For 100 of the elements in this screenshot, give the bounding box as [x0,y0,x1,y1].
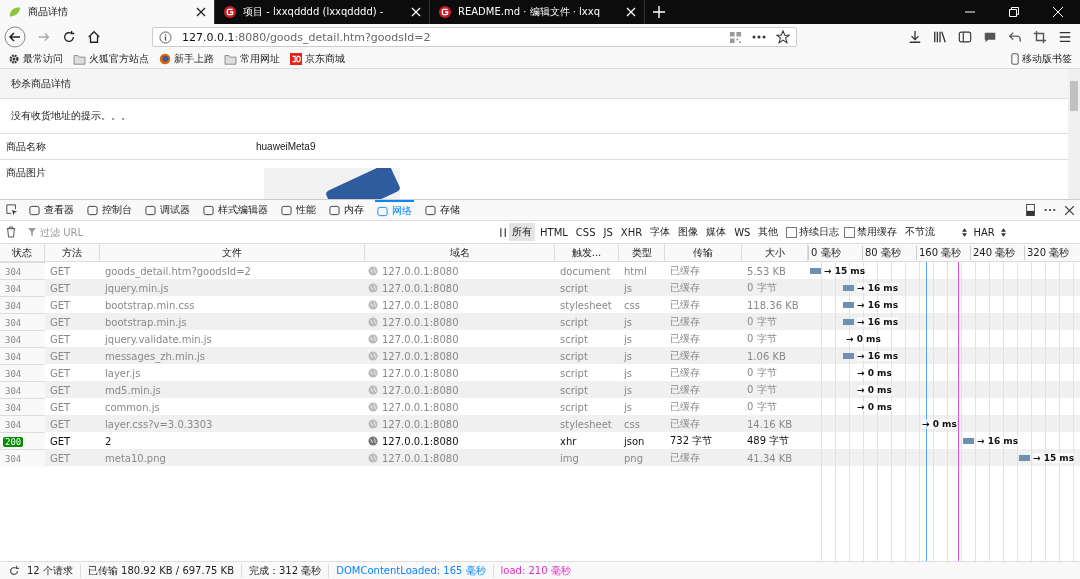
table-cell-text: 0 字节 [746,315,778,329]
table-cell-text: GET [49,451,72,466]
table-cell: 127.0.0.1:8080 [382,452,459,464]
more-icon[interactable] [1044,208,1056,212]
scrollbar[interactable] [1068,69,1080,199]
table-cell-text: GET [49,417,72,432]
picker-icon[interactable] [6,204,18,216]
restore-icon[interactable] [1009,7,1019,17]
column-header[interactable]: 域名 [365,244,555,261]
close-icon[interactable] [1065,205,1074,215]
mobile-bookmarks-item[interactable]: 移动版书签 [1011,52,1072,66]
column-header[interactable]: 触发... [555,244,619,261]
table-cell: 127.0.0.1:8080 [382,350,459,362]
type-filter-button[interactable]: 所有 [509,223,535,241]
dock-icon[interactable] [1026,204,1035,216]
new-tab-icon[interactable] [653,6,665,18]
devtools-tab[interactable]: 调试器 [143,200,192,220]
har-dropdown[interactable]: HAR [971,226,1008,238]
devtools-tab[interactable]: 网络 [375,200,414,220]
star-icon[interactable] [776,30,790,44]
globe-icon [368,334,378,344]
table-cell-text: xhr [559,434,578,449]
library-icon[interactable] [933,30,947,44]
reload-icon[interactable] [8,564,20,577]
globe-icon [368,283,378,293]
browser-tab[interactable]: 商品详情 [0,0,215,24]
checkbox[interactable] [844,226,856,238]
bookmark-item[interactable]: 京东商城 [290,52,345,66]
checkbox-label: 禁用缓存 [857,225,898,239]
timing-bar [843,319,854,325]
column-header[interactable]: 方法 [45,244,100,261]
notice-text: 没有收货地址的提示。。。 [0,99,1068,134]
timing-label: → 15 ms [824,266,866,276]
table-cell-text: js [623,383,633,398]
bookmark-item[interactable]: 常用网址 [224,52,280,66]
sidebar-icon[interactable] [958,30,972,44]
checkbox[interactable] [786,226,798,238]
globe-icon [368,419,378,429]
more-icon[interactable] [752,35,766,39]
type-filter-button[interactable]: WS [731,224,754,240]
column-header[interactable]: 类型 [619,244,665,261]
close-icon[interactable] [196,7,206,17]
devtools-tab[interactable]: 查看器 [27,200,76,220]
up-down-caret-icon [1000,227,1006,237]
type-filter-button[interactable]: 图像 [675,223,702,241]
crop-icon[interactable] [1033,30,1047,44]
timing-bar [810,268,821,274]
column-header[interactable]: 文件 [100,244,365,261]
timing-bar [1019,455,1030,461]
finish-time: 完成：312 毫秒 [242,563,330,578]
column-header[interactable]: 传输 [665,244,742,261]
type-filter-button[interactable]: 字体 [647,223,674,241]
chat-bubble-icon[interactable] [983,30,997,44]
table-cell: 127.0.0.1:8080 [382,299,459,311]
reload-icon[interactable] [62,30,76,44]
table-cell-text: bootstrap.min.js [104,315,188,330]
filter-url-field[interactable]: 过滤 URL [40,226,240,238]
type-filter-button[interactable]: CSS [572,224,599,240]
address-field[interactable]: 127.0.0.1:8080/goods_detail.htm?goodsId=2 [152,27,797,47]
table-cell-text: img [559,451,580,466]
table-cell-text: 2 [104,434,113,449]
devtools-tab[interactable]: 内存 [327,200,366,220]
status-code: 200 [3,436,24,447]
bookmark-item[interactable]: 火狐官方站点 [73,52,149,66]
bookmark-item[interactable]: 最常访问 [8,52,63,66]
gear-icon [8,53,20,65]
type-filter-button[interactable]: 其他 [755,223,782,241]
type-filter-button[interactable]: XHR [617,224,646,240]
type-filter-button[interactable]: 媒体 [703,223,730,241]
qr-code-icon[interactable] [729,30,742,44]
home-icon[interactable] [87,30,101,44]
table-cell-text: 已缓存 [669,281,701,295]
undo-arrow-icon[interactable] [1008,30,1022,44]
timing-label: → 0 ms [922,419,957,429]
globe-icon [368,351,378,361]
timeline-tick-label: 80 毫秒 [862,245,916,260]
pause-icon[interactable] [500,227,507,237]
status-code: 304 [4,266,23,277]
throttle-dropdown[interactable]: 不节流 [903,225,970,239]
table-cell-text: GET [49,383,72,398]
table-cell-text: 1.06 KB [746,349,787,364]
devtools-tab[interactable]: 存储 [423,200,462,220]
download-icon[interactable] [908,30,922,44]
menu-icon[interactable] [1058,30,1072,44]
checkbox-label: 持续日志 [799,225,840,239]
column-header[interactable]: 状态 [0,244,45,261]
devtools-tab[interactable]: 控制台 [85,200,134,220]
trash-icon[interactable] [6,226,16,238]
back-icon[interactable] [4,26,26,48]
column-header[interactable]: 大小 [742,244,808,261]
table-cell-text: script [559,400,589,415]
type-filter-button[interactable]: HTML [537,224,571,240]
table-cell-text: 0 字节 [746,383,778,397]
type-filter-button[interactable]: JS [600,224,616,240]
bookmark-item[interactable]: 新手上路 [159,52,214,66]
phone-icon [1011,53,1019,65]
table-cell-text: script [559,383,589,398]
devtools-tab[interactable]: 性能 [279,200,318,220]
devtools-tab[interactable]: 样式编辑器 [201,200,270,220]
table-cell-text: bootstrap.min.css [104,298,196,313]
